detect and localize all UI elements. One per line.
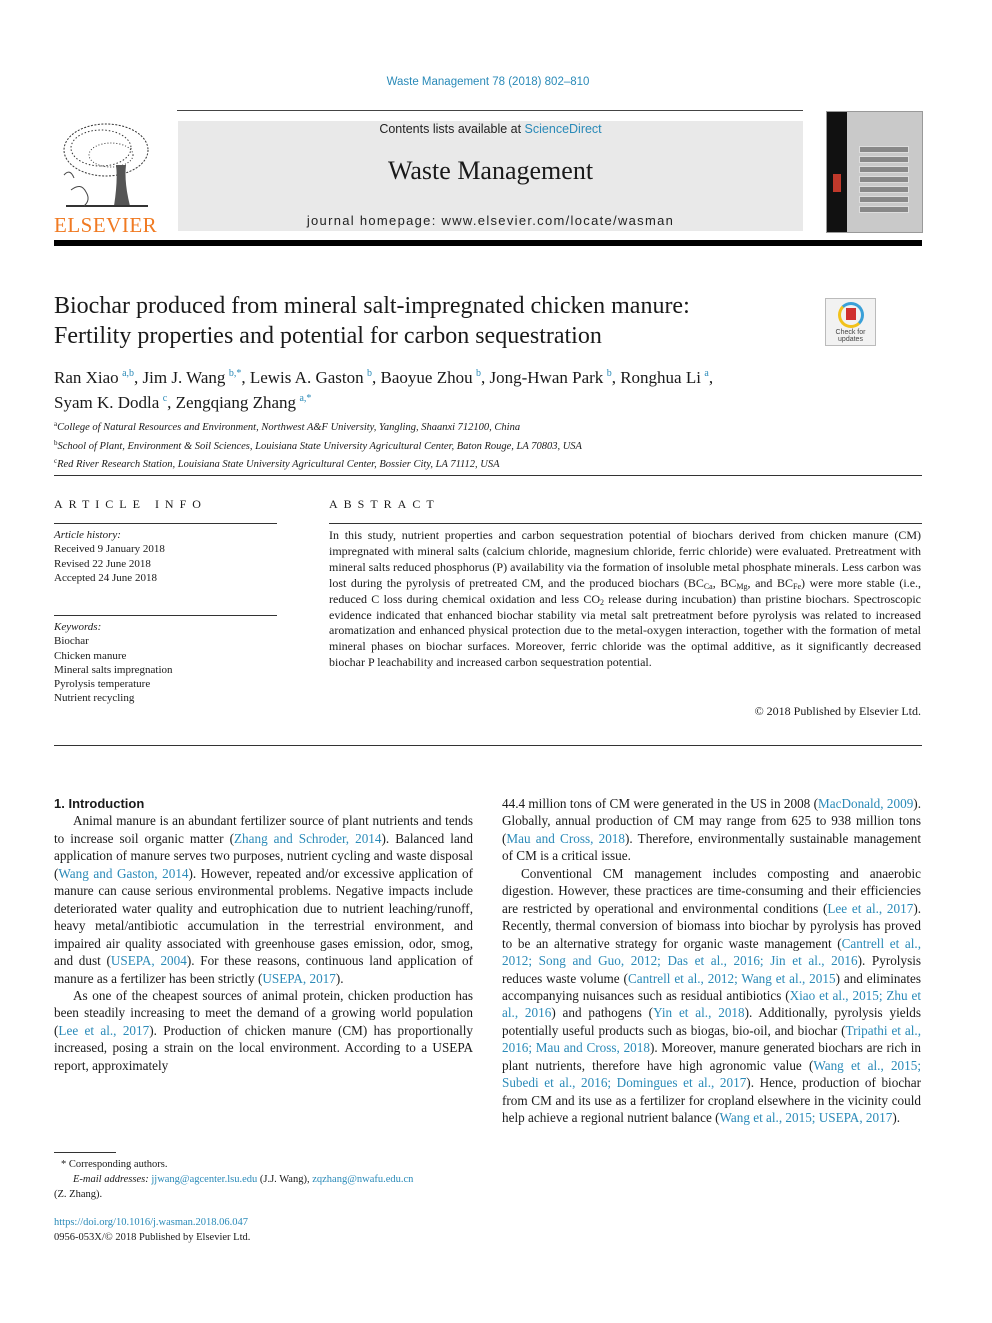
elsevier-wordmark: ELSEVIER (54, 213, 158, 237)
section-divider (54, 745, 922, 746)
affiliation: bSchool of Plant, Environment & Soil Sci… (54, 438, 582, 452)
author-list: Ran Xiao a,b, Jim J. Wang b,*, Lewis A. … (54, 368, 714, 412)
article-title: Biochar produced from mineral salt-impre… (54, 291, 794, 351)
email-link[interactable]: jjwang@agcenter.lsu.edu (151, 1174, 257, 1185)
citation-link[interactable]: Cantrell et al., 2012; Wang et al., 2015 (628, 971, 836, 986)
citation-link[interactable]: Wang et al., 2015; USEPA, 2017 (719, 1110, 892, 1125)
citation-link[interactable]: USEPA, 2017 (262, 971, 336, 986)
elsevier-tree-icon (63, 123, 149, 207)
journal-cover-image (826, 111, 923, 233)
elsevier-logo: ELSEVIER (54, 120, 158, 237)
footnote-divider (54, 1152, 116, 1153)
journal-homepage[interactable]: journal homepage: www.elsevier.com/locat… (178, 213, 803, 228)
email-owner: (Z. Zhang). (54, 1189, 103, 1200)
footnotes: * Corresponding authors. E-mail addresse… (54, 1157, 474, 1202)
cover-label (859, 186, 909, 193)
citation-link[interactable]: Lee et al., 2017 (827, 901, 913, 916)
text-run: ). (335, 970, 344, 986)
author[interactable]: Baoyue Zhou b (381, 368, 481, 387)
author[interactable]: Ronghua Li a (620, 368, 709, 387)
body-column-right: 44.4 million tons of CM were generated i… (502, 795, 921, 1127)
abstract-divider (329, 523, 922, 524)
author[interactable]: Zengqiang Zhang a,* (176, 393, 312, 412)
keywords: Keywords: Biochar Chicken manure Mineral… (54, 620, 173, 706)
text-run: ) and pathogens ( (551, 1005, 654, 1021)
keyword: Biochar (54, 635, 89, 648)
journal-title: Waste Management (387, 156, 594, 185)
contents-prefix: Contents lists available at (379, 122, 525, 136)
affiliation: cRed River Research Station, Louisiana S… (54, 457, 500, 470)
title-line-1: Biochar produced from mineral salt-impre… (54, 293, 690, 319)
email-link[interactable]: zqzhang@nwafu.edu.cn (312, 1174, 413, 1185)
keywords-label: Keywords: (54, 621, 102, 633)
abstract-copyright: © 2018 Published by Elsevier Ltd. (754, 704, 921, 718)
corresponding-note: * Corresponding authors. (61, 1159, 168, 1170)
check-for-updates-button[interactable]: Check for updates (825, 298, 876, 346)
header-thick-rule (54, 240, 922, 246)
cover-label (859, 156, 909, 163)
paragraph: Conventional CM management includes comp… (502, 865, 921, 1127)
history-revised: Revised 22 June 2018 (54, 557, 151, 570)
sciencedirect-link[interactable]: ScienceDirect (525, 122, 602, 136)
citation-link[interactable]: MacDonald, 2009 (818, 796, 913, 811)
doi-link[interactable]: https://doi.org/10.1016/j.wasman.2018.06… (54, 1216, 250, 1231)
affiliation: aCollege of Natural Resources and Enviro… (54, 420, 521, 433)
journal-banner: Contents lists available at ScienceDirec… (178, 121, 803, 231)
journal-reference-link[interactable]: Waste Management 78 (2018) 802–810 (0, 76, 976, 88)
crossmark-bookmark-icon (846, 308, 856, 320)
section-divider (54, 475, 922, 476)
author[interactable]: Ran Xiao a,b (54, 368, 134, 387)
section-heading-introduction: 1. Introduction (54, 796, 145, 811)
author[interactable]: Lewis A. Gaston b (250, 368, 372, 387)
author[interactable]: Jim J. Wang b,* (143, 368, 242, 387)
article-info-heading: ARTICLE INFO (54, 497, 207, 511)
author[interactable]: Jong-Hwan Park b (490, 368, 612, 387)
abstract-heading: ABSTRACT (329, 497, 440, 511)
cover-label (859, 196, 909, 203)
keyword: Mineral salts impregnation (54, 663, 173, 676)
paragraph: As one of the cheapest sources of animal… (54, 987, 473, 1074)
cover-label (859, 176, 909, 183)
body-column-left: 1. Introduction Animal manure is an abun… (54, 795, 473, 1074)
history-accepted: Accepted 24 June 2018 (54, 571, 157, 584)
abstract-text: In this study, nutrient properties and c… (329, 528, 922, 670)
cover-logo-mark (833, 174, 841, 192)
keyword: Chicken manure (54, 649, 127, 662)
title-line-2: Fertility properties and potential for c… (54, 323, 602, 349)
crossmark-label: Check for updates (835, 329, 866, 343)
doi-block: https://doi.org/10.1016/j.wasman.2018.06… (54, 1216, 250, 1245)
text-run: ). (892, 1110, 901, 1126)
history-label: Article history: (54, 529, 121, 541)
article-history: Article history: Received 9 January 2018… (54, 528, 165, 585)
cover-label (859, 146, 909, 153)
history-received: Received 9 January 2018 (54, 543, 165, 556)
cover-spine (827, 112, 847, 232)
citation-link[interactable]: Mau and Cross, 2018 (506, 831, 625, 846)
contents-availability: Contents lists available at ScienceDirec… (178, 122, 803, 136)
citation-link[interactable]: USEPA, 2004 (111, 953, 187, 968)
paragraph: Animal manure is an abundant fertilizer … (54, 812, 473, 987)
affiliations: aCollege of Natural Resources and Enviro… (54, 417, 854, 473)
citation-link[interactable]: Zhang and Schroder, 2014 (234, 831, 382, 846)
citation-link[interactable]: Wang and Gaston, 2014 (58, 866, 188, 881)
paragraph-continued: 44.4 million tons of CM were generated i… (502, 795, 921, 865)
text-run: 44.4 million tons of CM were generated i… (502, 796, 819, 811)
cover-label (859, 206, 909, 213)
keywords-divider (54, 615, 277, 616)
issn-copyright: 0956-053X/© 2018 Published by Elsevier L… (54, 1231, 251, 1243)
header-top-rule (177, 110, 803, 111)
email-line: E-mail addresses: jjwang@agcenter.lsu.ed… (73, 1174, 414, 1185)
citation-link[interactable]: Yin et al., 2018 (653, 1005, 745, 1020)
author[interactable]: Syam K. Dodla c (54, 393, 167, 412)
keyword: Nutrient recycling (54, 692, 135, 705)
citation-link[interactable]: Lee et al., 2017 (58, 1023, 149, 1038)
article-info-divider (54, 523, 277, 524)
cover-label (859, 166, 909, 173)
keyword: Pyrolysis temperature (54, 678, 151, 691)
